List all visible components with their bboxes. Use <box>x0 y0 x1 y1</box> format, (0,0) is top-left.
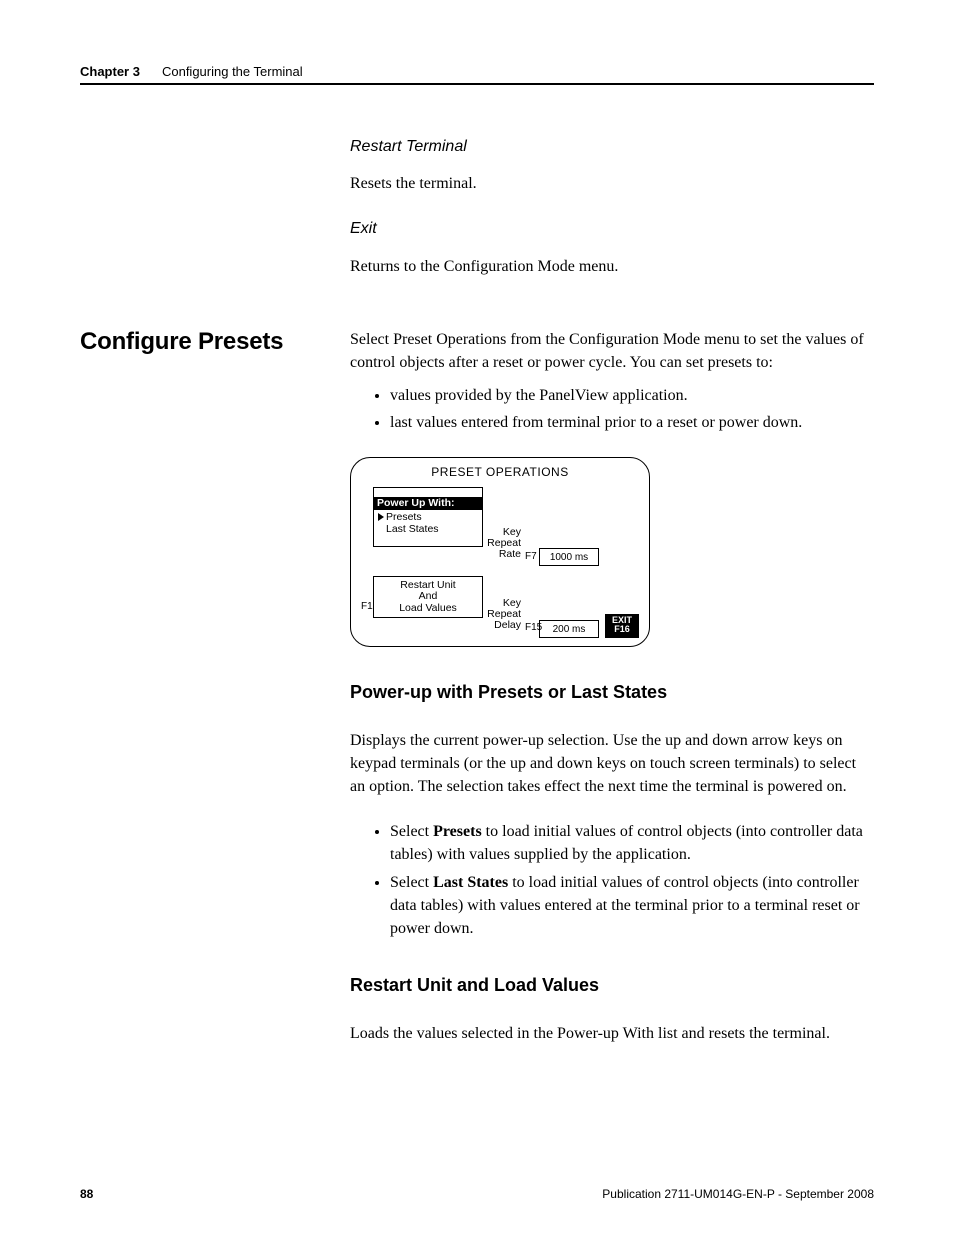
subhead-exit: Exit <box>350 217 874 240</box>
panel-header: Power Up With: <box>374 497 482 511</box>
chapter-title: Configuring the Terminal <box>162 64 303 79</box>
bullet-item: values provided by the PanelView applica… <box>390 384 874 407</box>
bullet-item: Select Last States to load initial value… <box>390 871 874 941</box>
page-number: 88 <box>80 1187 93 1201</box>
fkey-f1: F1 <box>361 600 373 615</box>
intro-para: Select Preset Operations from the Config… <box>350 328 874 374</box>
subhead-restart-unit: Restart Unit and Load Values <box>350 972 874 998</box>
figure-preset-operations: PRESET OPERATIONS Power Up With: Presets… <box>350 457 874 647</box>
option-presets: Presets <box>378 512 478 524</box>
fkey-f15: F15 <box>525 621 539 638</box>
subhead-restart-terminal: Restart Terminal <box>350 135 874 158</box>
label-key-repeat-delay: Key RepeatDelay <box>483 598 525 637</box>
bullet-item: last values entered from terminal prior … <box>390 411 874 434</box>
figure-title: PRESET OPERATIONS <box>361 464 639 481</box>
panel-power-up-with: Power Up With: Presets Last States <box>373 487 483 547</box>
powerup-bullet-list: Select Presets to load initial values of… <box>350 820 874 940</box>
page: Chapter 3 Configuring the Terminal Resta… <box>0 0 954 1235</box>
chapter-label: Chapter 3 <box>80 64 140 79</box>
fkey-f7: F7 <box>525 550 539 567</box>
para-powerup: Displays the current power-up selection.… <box>350 729 874 799</box>
page-footer: 88 Publication 2711-UM014G-EN-P - Septem… <box>80 1187 874 1201</box>
bullet-item: Select Presets to load initial values of… <box>390 820 874 866</box>
value-key-repeat-delay: 200 ms <box>539 620 599 638</box>
value-key-repeat-rate: 1000 ms <box>539 548 599 566</box>
header-rule <box>80 83 874 85</box>
heading-configure-presets: Configure Presets <box>80 328 350 356</box>
option-last-states: Last States <box>378 524 478 536</box>
para-restart: Resets the terminal. <box>350 172 874 195</box>
preset-bullet-list: values provided by the PanelView applica… <box>350 384 874 434</box>
subhead-powerup: Power-up with Presets or Last States <box>350 679 874 705</box>
publication-line: Publication 2711-UM014G-EN-P - September… <box>602 1187 874 1201</box>
label-key-repeat-rate: Key RepeatRate <box>483 527 525 566</box>
section-configure-presets: Configure Presets Select Preset Operatio… <box>80 328 874 1068</box>
para-exit: Returns to the Configuration Mode menu. <box>350 255 874 278</box>
running-header: Chapter 3 Configuring the Terminal <box>80 64 874 79</box>
para-restart-unit: Loads the values selected in the Power-u… <box>350 1022 874 1045</box>
button-exit-f16: EXIT F16 <box>605 614 639 638</box>
panel-restart-unit: Restart Unit And Load Values <box>373 576 483 618</box>
block-restart-exit: Restart Terminal Resets the terminal. Ex… <box>80 135 874 300</box>
